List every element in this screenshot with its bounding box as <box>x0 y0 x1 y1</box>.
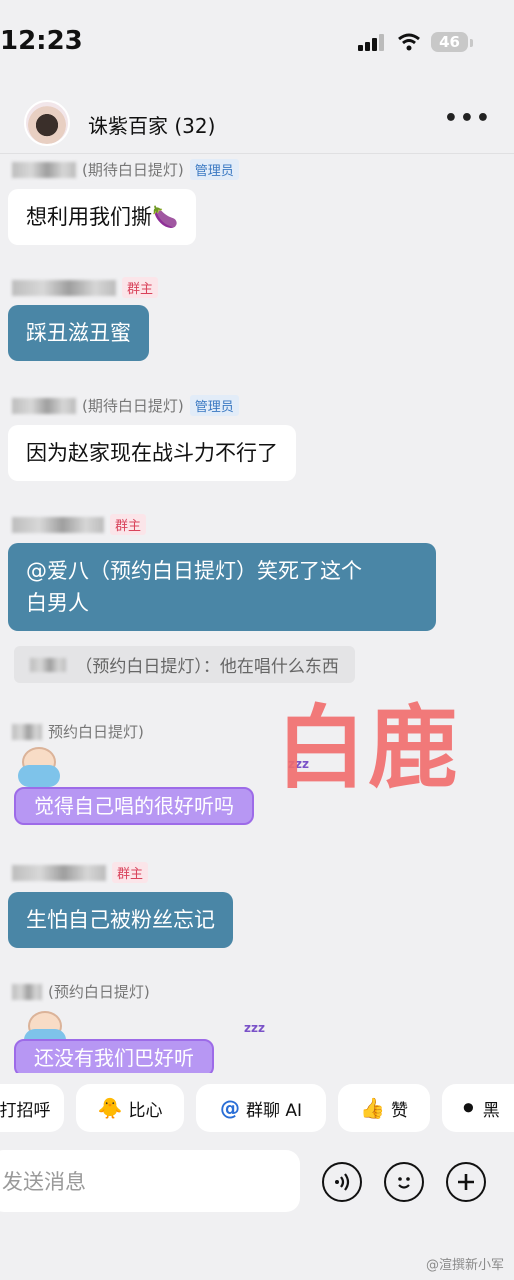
thumbs-up-icon: 👍 <box>360 1096 385 1120</box>
wifi-icon <box>398 33 421 51</box>
message-sender: 群主 <box>12 514 147 535</box>
blurred-username <box>12 983 42 1000</box>
message-bubble[interactable]: 想利用我们撕🍆 <box>8 189 197 245</box>
role-badge-admin: 管理员 <box>189 395 239 416</box>
message-sender: (期待白日提灯) 管理员 <box>12 159 239 180</box>
sender-tag: 预约白日提灯) <box>48 723 144 741</box>
battery-indicator: 46 <box>431 32 473 52</box>
signal-icon <box>358 34 385 51</box>
more-options-icon[interactable]: ••• <box>444 106 492 131</box>
message-line: 白男人 <box>26 591 89 615</box>
message-bubble[interactable]: 踩丑滋丑蜜 <box>8 305 149 361</box>
status-bar: 12:23 46 <box>0 0 514 86</box>
blurred-username <box>12 397 76 414</box>
message-bubble[interactable]: 觉得自己唱的很好听吗 <box>14 787 254 825</box>
voice-icon[interactable] <box>322 1162 362 1202</box>
role-badge-owner: 群主 <box>112 862 149 883</box>
chat-header: 诛紫百家 (32) ••• <box>0 90 514 154</box>
blurred-username <box>12 516 104 533</box>
chip-like[interactable]: 👍 赞 <box>338 1084 430 1132</box>
sender-tag: (期待白日提灯) <box>82 397 184 415</box>
status-icons: 46 <box>357 32 473 52</box>
role-badge-owner: 群主 <box>110 514 147 535</box>
chip-black[interactable]: ⚫ 黑 <box>442 1084 514 1132</box>
blurred-username <box>12 723 42 740</box>
chip-group-ai[interactable]: @ 群聊 AI <box>196 1084 326 1132</box>
chick-icon: 🐥 <box>97 1096 123 1120</box>
message-input[interactable]: 发送消息 <box>0 1150 300 1212</box>
baby-sticker-icon <box>16 747 62 787</box>
emoji-icon[interactable] <box>384 1162 424 1202</box>
group-avatar[interactable] <box>24 100 70 146</box>
blurred-username <box>12 161 76 178</box>
sender-tag: (期待白日提灯) <box>82 161 184 179</box>
message-bubble[interactable]: @爱八（预约白日提灯）笑死了这个 白男人 <box>8 543 436 631</box>
message-line: @爱八（预约白日提灯）笑死了这个 <box>26 559 362 583</box>
source-credit: @渲撰新小军 <box>425 1258 504 1273</box>
chip-label: 比心 <box>128 1100 163 1121</box>
message-sender: 预约白日提灯) <box>12 721 144 742</box>
quoted-text: （预约白日提灯）：他在唱什么东西 <box>75 657 339 677</box>
chip-label: 黑 <box>482 1100 500 1121</box>
chip-label: 赞 <box>390 1100 408 1121</box>
message-sender: 群主 <box>12 277 159 298</box>
message-sender: (预约白日提灯) <box>12 981 150 1002</box>
chat-title[interactable]: 诛紫百家 (32) <box>88 110 215 139</box>
sender-tag: (预约白日提灯) <box>48 983 150 1001</box>
message-bubble[interactable]: 还没有我们巴好听 <box>14 1039 214 1073</box>
chip-label: 群聊 AI <box>245 1100 303 1121</box>
message-sender: (期待白日提灯) 管理员 <box>12 395 239 416</box>
chip-greet[interactable]: 打招呼 <box>0 1084 64 1132</box>
blurred-username <box>30 658 66 672</box>
message-list[interactable]: (期待白日提灯) 管理员 想利用我们撕🍆 群主 踩丑滋丑蜜 (期待白日提灯) 管… <box>0 155 514 1073</box>
message-sender: 群主 <box>12 862 149 883</box>
status-time: 12:23 <box>0 26 83 56</box>
at-icon: @ <box>219 1096 240 1120</box>
chip-label: 打招呼 <box>0 1100 51 1121</box>
role-badge-owner: 群主 <box>122 277 159 298</box>
blurred-username <box>12 864 106 881</box>
composer: 发送消息 <box>0 1150 514 1214</box>
message-bubble[interactable]: 生怕自己被粉丝忘记 <box>8 892 233 948</box>
chip-heart[interactable]: 🐥 比心 <box>76 1084 184 1132</box>
zzz-icon: zzz <box>244 1021 265 1035</box>
role-badge-admin: 管理员 <box>189 159 239 180</box>
blurred-username <box>12 279 116 296</box>
watermark-text: 白鹿 <box>276 696 460 801</box>
plus-icon[interactable] <box>446 1162 486 1202</box>
message-bubble[interactable]: 因为赵家现在战斗力不行了 <box>8 425 296 481</box>
black-ball-icon: ⚫ <box>460 1096 477 1120</box>
quick-reply-bar: 打招呼 🐥 比心 @ 群聊 AI 👍 赞 ⚫ 黑 <box>0 1084 514 1134</box>
